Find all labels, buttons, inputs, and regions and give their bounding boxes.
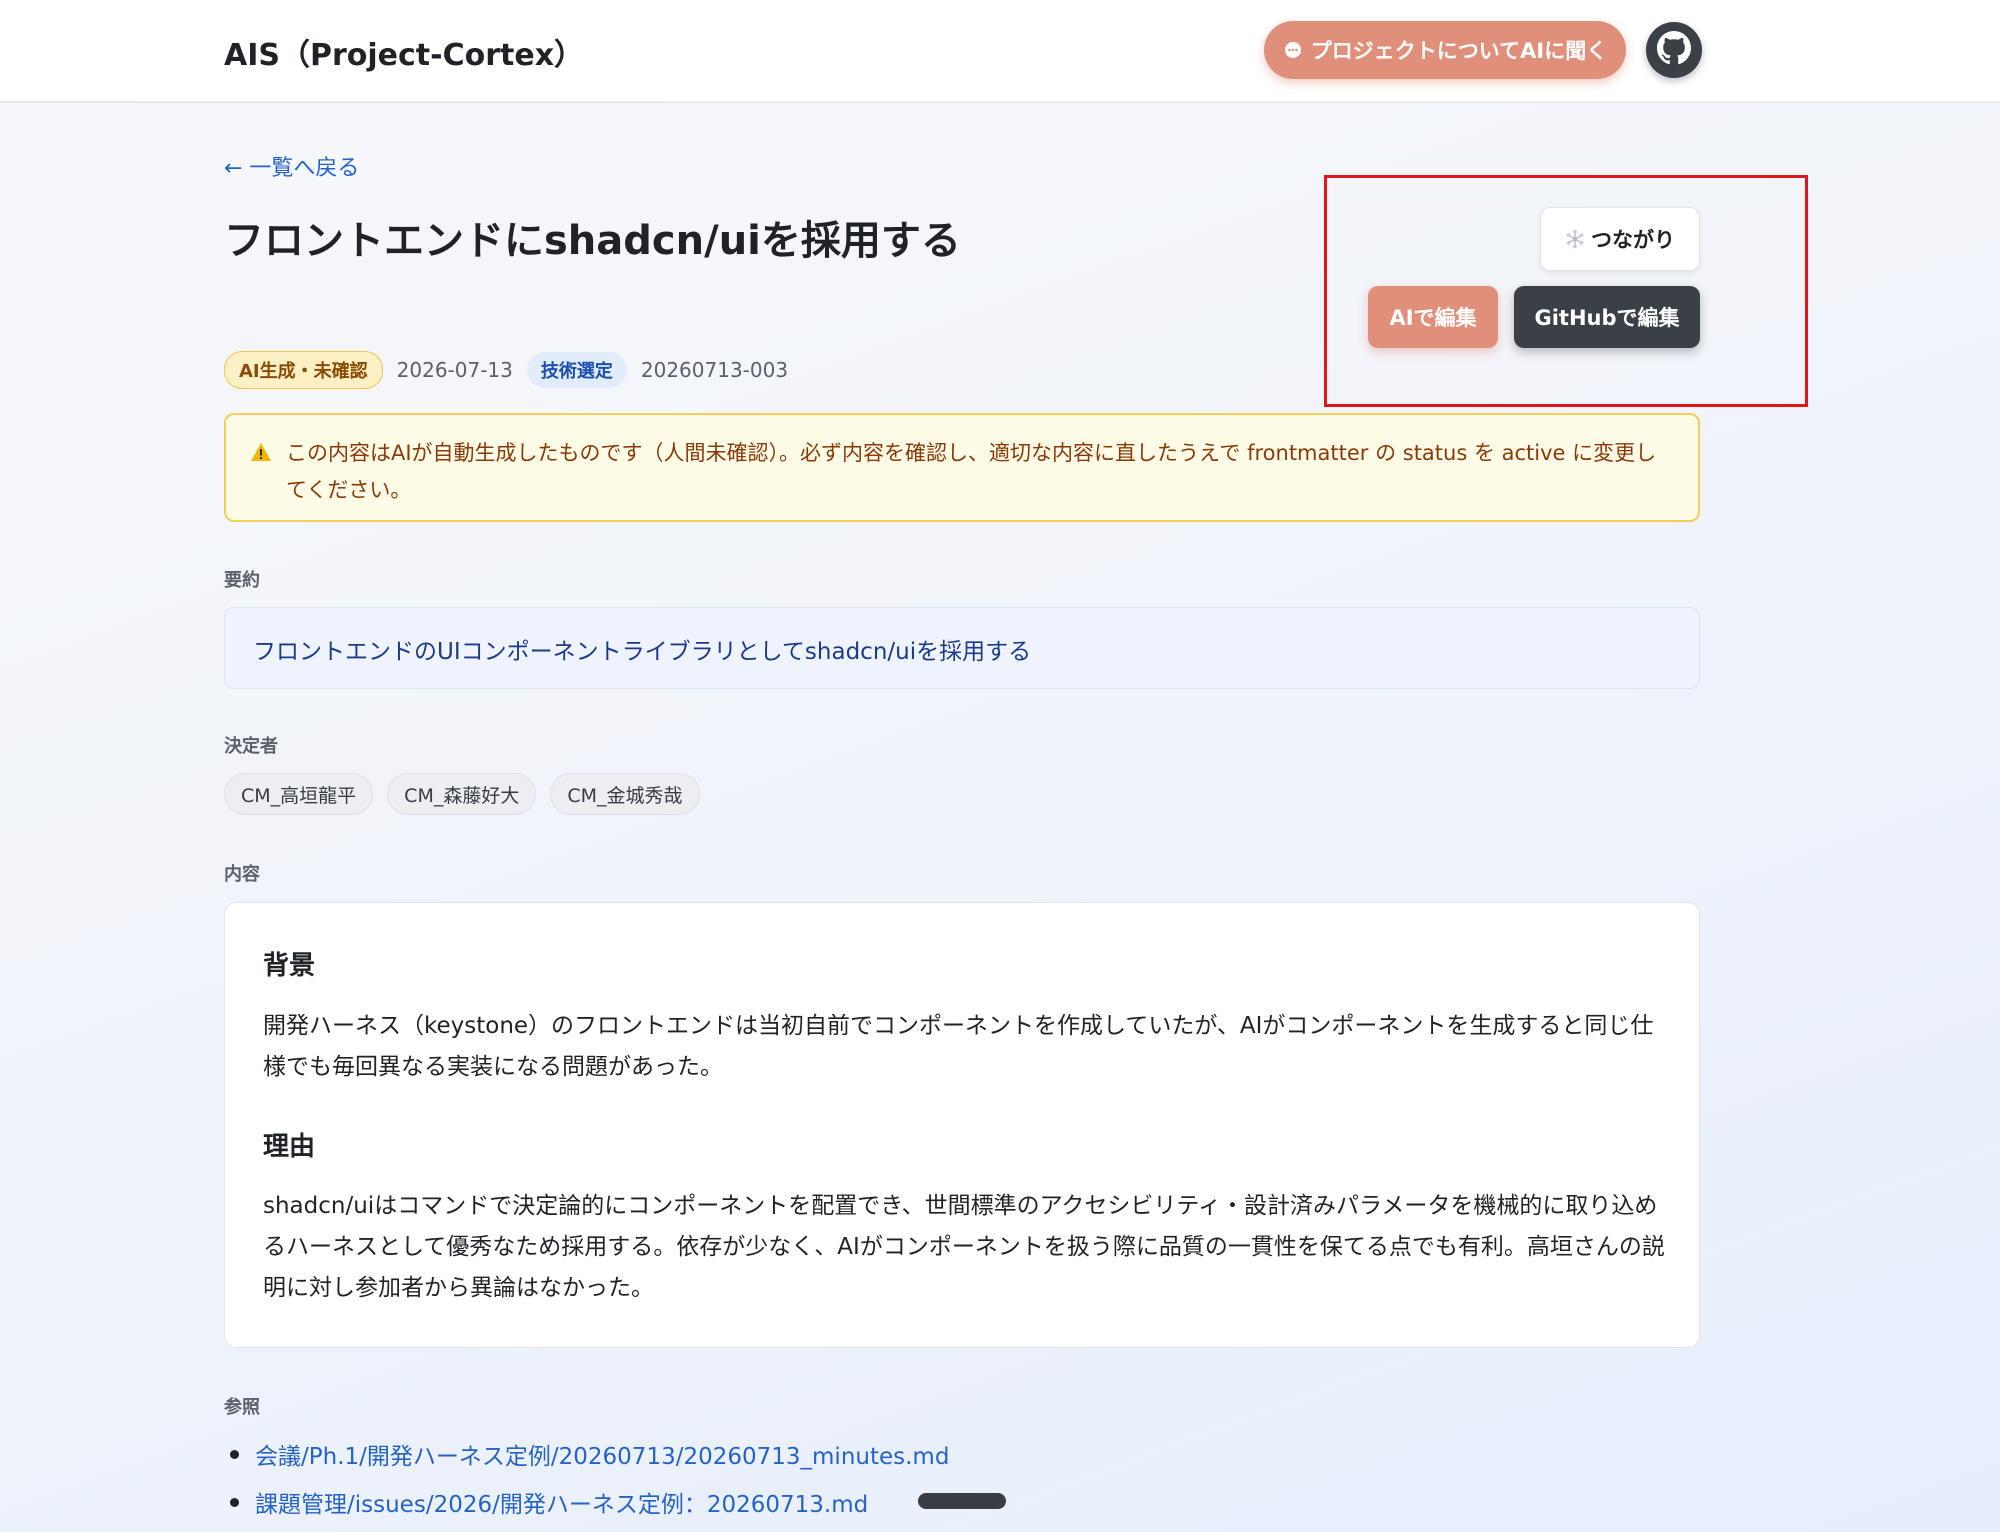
deciders-label: 決定者 [224, 736, 278, 757]
date-text: 2026-07-13 [396, 358, 513, 382]
reason-body: shadcn/uiはコマンドで決定論的にコンポーネントを配置でき、世間標準のアク… [263, 1193, 1665, 1301]
summary-label: 要約 [224, 570, 260, 591]
person-chip: CM_金城秀哉 [550, 773, 700, 815]
top-bar: AIS（Project-Cortex） プロジェクトについてAIに聞く [0, 0, 2000, 103]
ask-ai-label: プロジェクトについてAIに聞く [1310, 39, 1608, 63]
content-box: 背景 開発ハーネス（keystone）のフロントエンドは当初自前でコンポーネント… [224, 902, 1700, 1348]
warning-text: この内容はAIが自動生成したものです（人間未確認）。必ず内容を確認し、適切な内容… [286, 441, 1657, 502]
meta-row: AI生成・未確認 2026-07-13 技術選定 20260713-003 [224, 351, 789, 389]
references-list: 会議/Ph.1/開発ハーネス定例/20260713/20260713_minut… [224, 1430, 949, 1526]
category-badge: 技術選定 [526, 352, 627, 388]
references-label: 参照 [224, 1397, 260, 1418]
content-label: 内容 [224, 864, 260, 885]
github-icon [1657, 31, 1691, 69]
background-heading: 背景 [263, 951, 316, 981]
deciders-list: CM_高垣龍平 CM_森藤好大 CM_金城秀哉 [224, 773, 714, 815]
warning-icon [250, 442, 272, 466]
status-badge: AI生成・未確認 [224, 351, 383, 389]
reference-text: 課題管理/issues/2026/開発ハーネス定例：20260713.md [255, 1492, 869, 1518]
reference-text: 会議/Ph.1/開発ハーネス定例/20260713/20260713_minut… [255, 1444, 950, 1470]
chat-bubble-icon [1283, 40, 1303, 60]
person-chip: CM_森藤好大 [387, 773, 537, 815]
reference-link[interactable]: 会議/Ph.1/開発ハーネス定例/20260713/20260713_minut… [224, 1430, 949, 1478]
scroll-indicator[interactable] [918, 1493, 1006, 1509]
ai-edit-button[interactable]: AIで編集 [1368, 286, 1498, 348]
summary-box: フロントエンドのUIコンポーネントライブラリとしてshadcn/uiを採用する [224, 607, 1700, 689]
reference-link[interactable]: 課題管理/issues/2026/開発ハーネス定例：20260713.md [224, 1478, 949, 1526]
page-title: フロントエンドにshadcn/uiを採用する [224, 218, 961, 264]
network-icon [1565, 229, 1585, 249]
background-body: 開発ハーネス（keystone）のフロントエンドは当初自前でコンポーネントを作成… [263, 1013, 1654, 1080]
record-id: 20260713-003 [640, 358, 789, 382]
github-edit-button[interactable]: GitHubで編集 [1514, 286, 1700, 348]
person-chip: CM_高垣龍平 [224, 773, 374, 815]
bullet [230, 1497, 239, 1507]
back-to-list-link[interactable]: ← 一覧へ戻る [224, 150, 359, 182]
links-label: つながり [1591, 228, 1675, 252]
reason-heading: 理由 [263, 1132, 316, 1162]
app-title[interactable]: AIS（Project-Cortex） [224, 30, 584, 74]
bullet [230, 1449, 239, 1459]
ask-ai-button[interactable]: プロジェクトについてAIに聞く [1264, 21, 1626, 79]
ai-generated-warning: この内容はAIが自動生成したものです（人間未確認）。必ず内容を確認し、適切な内容… [224, 413, 1700, 522]
links-button[interactable]: つながり [1540, 207, 1700, 271]
github-link-button[interactable] [1646, 22, 1702, 78]
summary-text: フロントエンドのUIコンポーネントライブラリとしてshadcn/uiを採用する [253, 639, 1032, 665]
